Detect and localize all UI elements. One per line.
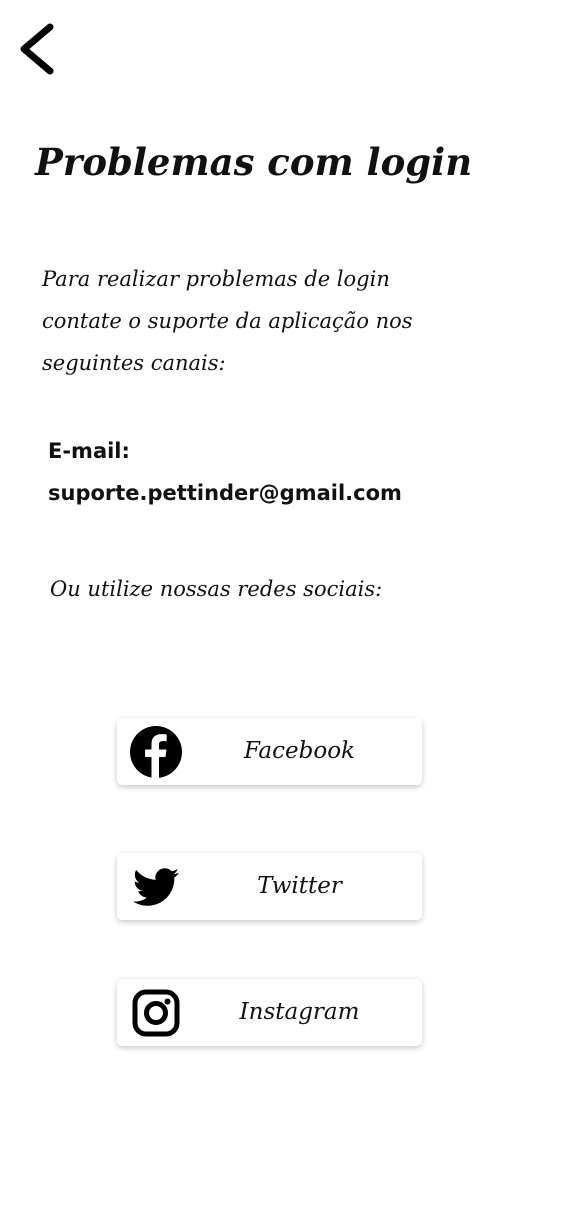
instagram-button-label: Instagram (239, 999, 360, 1025)
page-title: Problemas com login (35, 140, 473, 184)
intro-line: Para realizar problemas de login (42, 267, 390, 291)
chevron-left-icon (20, 23, 54, 75)
facebook-button[interactable]: Facebook (117, 718, 422, 785)
instagram-icon (130, 987, 182, 1039)
instagram-button[interactable]: Instagram (117, 979, 422, 1046)
facebook-icon (130, 726, 182, 778)
intro-line: contate o suporte da aplicação nos (42, 309, 413, 333)
email-address[interactable]: suporte.pettinder@gmail.com (48, 472, 528, 514)
twitter-button-label: Twitter (257, 873, 342, 899)
intro-text: Para realizar problemas de login contate… (42, 258, 492, 384)
facebook-button-label: Facebook (244, 738, 355, 764)
email-contact: E-mail: suporte.pettinder@gmail.com (48, 430, 528, 514)
social-intro-text: Ou utilize nossas redes sociais: (50, 577, 383, 601)
intro-line: seguintes canais: (42, 351, 226, 375)
twitter-button[interactable]: Twitter (117, 853, 422, 920)
email-label: E-mail: (48, 439, 130, 463)
back-button[interactable] (10, 18, 62, 80)
twitter-icon (130, 861, 182, 913)
